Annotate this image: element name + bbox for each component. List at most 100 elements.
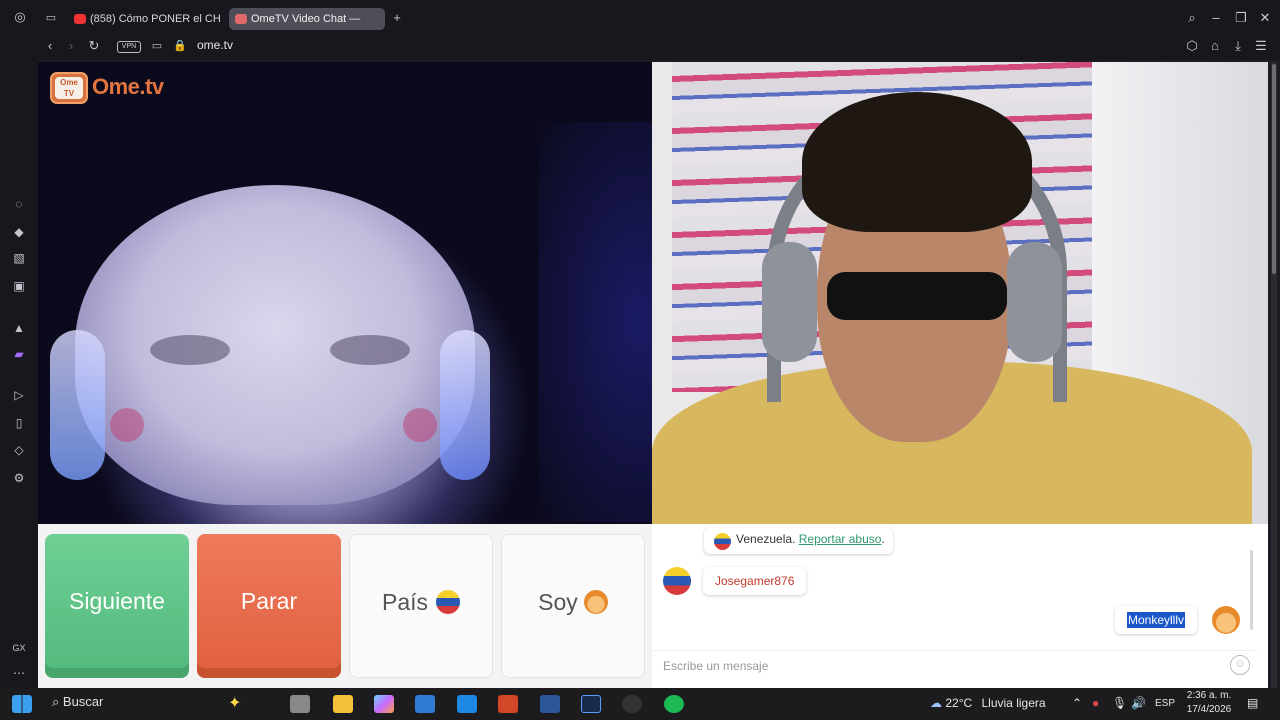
person-hair <box>802 92 1032 232</box>
logo-wordmark: Ome.tv <box>92 74 164 99</box>
sidebar-diamond-icon[interactable]: ◆ <box>11 224 27 240</box>
settings-gear-icon[interactable]: ⚙ <box>11 470 27 486</box>
emoji-picker-icon[interactable]: ☺ <box>1230 655 1250 675</box>
back-icon[interactable]: ‹ <box>41 38 59 56</box>
twitch-icon[interactable]: ▰ <box>11 346 27 362</box>
stranger-avatar <box>663 567 691 595</box>
notifications-icon[interactable]: ▤ <box>1247 696 1258 710</box>
restore-icon[interactable]: ❐ <box>1232 10 1250 28</box>
lock-icon[interactable]: 🔒 <box>171 38 189 56</box>
forward-icon[interactable]: › <box>62 38 80 56</box>
weather-text: Lluvia ligera <box>981 696 1046 710</box>
message-input[interactable]: Escribe un mensaje <box>652 650 1258 680</box>
ometv-favicon-icon <box>235 14 247 24</box>
word-icon[interactable] <box>540 695 560 713</box>
page-scrollbar-thumb[interactable] <box>1272 64 1276 274</box>
country-label: País <box>381 589 429 615</box>
video-glow <box>538 122 652 522</box>
country-button[interactable]: País <box>349 534 493 678</box>
outlook-icon[interactable] <box>457 695 477 713</box>
extensions-icon[interactable]: ⬡ <box>1183 38 1201 56</box>
report-suffix: . <box>881 532 885 546</box>
volume-icon[interactable]: 🔊 <box>1131 696 1146 710</box>
search-tabs-icon[interactable]: ⌕ <box>1183 10 1201 28</box>
stranger-eye-left <box>150 335 230 365</box>
system-message: Venezuela. Reportar abuso. <box>704 528 893 554</box>
page-scrollbar[interactable] <box>1271 62 1277 688</box>
clock-date: 17/4/2026 <box>1186 704 1232 715</box>
sidebar-gx-icon[interactable]: ▲ <box>11 320 27 336</box>
ometv-tv-icon: Ome TV <box>50 72 88 104</box>
stop-button[interactable]: Parar <box>197 534 341 678</box>
sidebar-gaming-icon[interactable]: ▧ <box>11 250 27 266</box>
headphone-cup-left <box>762 242 817 362</box>
gender-button[interactable]: Soy <box>501 534 645 678</box>
stranger-cheek-left <box>110 408 144 442</box>
taskbar-clock[interactable]: 2:36 a. m. 17/4/2026 <box>1178 689 1240 717</box>
spotify-icon[interactable] <box>664 695 684 713</box>
sidebar-box-icon[interactable]: ▣ <box>11 278 27 294</box>
tab-youtube[interactable]: (858) Cómo PONER el CH/ <box>68 8 220 30</box>
tab-ometv-label: OmeTV Video Chat — <box>251 13 361 25</box>
camera-icon[interactable]: ▭ <box>148 38 166 56</box>
file-explorer-icon[interactable] <box>333 695 353 713</box>
copilot-icon[interactable] <box>374 695 394 713</box>
venezuela-flag-icon <box>436 589 461 614</box>
stranger-name-message: Josegamer876 <box>703 567 807 595</box>
cloud-rain-icon: ☁ <box>930 696 942 710</box>
tab-ometv[interactable]: OmeTV Video Chat — <box>229 8 385 30</box>
tab-workspaces-icon[interactable]: ▭ <box>42 10 60 28</box>
address-bar[interactable]: ome.tv <box>197 38 233 52</box>
chat-scrollbar[interactable] <box>1250 550 1253 630</box>
logo-tv-text: Ome TV <box>55 77 83 99</box>
report-abuse-link[interactable]: Reportar abuso <box>799 532 882 546</box>
download-icon[interactable]: ⤓ <box>1229 38 1247 56</box>
sidebar-pinboard-icon[interactable]: ▯ <box>11 415 27 431</box>
opera-gx-taskbar-icon[interactable] <box>581 695 601 713</box>
venezuela-flag-icon <box>714 533 731 550</box>
clock-time: 2:36 a. m. <box>1186 690 1232 701</box>
taskbar-search[interactable]: ⌕ Buscar <box>52 694 103 710</box>
store-icon[interactable] <box>415 695 435 713</box>
tab-youtube-label: (858) Cómo PONER el CH/ <box>90 13 220 25</box>
tray-chevron-icon[interactable]: ⌃ <box>1072 696 1082 710</box>
weather-temp: 22°C <box>945 696 973 710</box>
stranger-headphone-left <box>50 330 105 480</box>
wallet-icon[interactable]: ⌂ <box>1206 38 1224 56</box>
gx-corner-icon[interactable]: GX <box>11 640 27 656</box>
self-video <box>652 62 1268 524</box>
headphone-cup-right <box>1007 242 1062 362</box>
selected-text[interactable]: Monkeylllv <box>1127 612 1186 628</box>
boy-emoji-icon <box>583 589 608 614</box>
weather-widget[interactable]: ☁ 22°C Lluvia ligera <box>930 696 1046 710</box>
close-icon[interactable]: ✕ <box>1256 10 1274 28</box>
gender-label: Soy <box>538 589 578 615</box>
stranger-headphone-right <box>440 330 490 480</box>
new-tab-button[interactable]: + <box>388 10 406 28</box>
copilot-sparkle-icon[interactable]: ✦ <box>228 695 248 713</box>
next-button[interactable]: Siguiente <box>45 534 189 678</box>
my-name-message: Monkeylllv <box>1115 606 1198 634</box>
task-view-icon[interactable] <box>290 695 310 713</box>
sidebar-discord-icon[interactable]: ◇ <box>11 442 27 458</box>
sidebar-aria-icon[interactable]: ◌ <box>11 196 27 212</box>
sidebar-player-icon[interactable]: ▷ <box>11 387 27 403</box>
stranger-eye-right <box>330 335 410 365</box>
sidebar-more-icon[interactable]: ⋯ <box>11 665 27 681</box>
opera-menu-icon[interactable]: ◎ <box>11 9 29 27</box>
windows-start-icon[interactable] <box>12 695 32 713</box>
country-text: Venezuela. <box>736 532 796 546</box>
microphone-icon[interactable]: 🎙 <box>1112 696 1127 710</box>
sunglasses <box>827 272 1007 320</box>
vpn-badge[interactable]: VPN <box>117 41 141 53</box>
browser-nav-bar <box>0 36 1280 60</box>
reload-icon[interactable]: ↻ <box>85 38 103 56</box>
minimize-icon[interactable]: – <box>1207 10 1225 28</box>
obs-icon[interactable] <box>622 695 642 713</box>
powerpoint-icon[interactable] <box>498 695 518 713</box>
my-avatar <box>1212 606 1240 634</box>
easy-setup-icon[interactable]: ☰ <box>1252 38 1270 56</box>
language-indicator[interactable]: ESP <box>1155 698 1175 709</box>
tray-security-icon[interactable]: ● <box>1092 696 1099 710</box>
taskbar-search-label: Buscar <box>62 694 104 709</box>
